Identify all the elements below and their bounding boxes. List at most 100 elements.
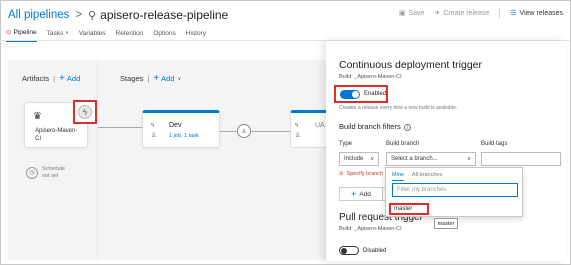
tab-label: Retention — [115, 29, 144, 37]
connector-line — [251, 131, 290, 132]
pull-request-build-source: Build: _Apisero-Maven-CI — [339, 226, 402, 232]
artifacts-column — [8, 60, 98, 260]
pipeline-icon: ⚲ — [88, 9, 97, 22]
stages-title: Stages — [120, 74, 144, 83]
all-pipelines-link[interactable]: All pipelines — [8, 9, 69, 21]
schedule-label: Schedule not set — [42, 166, 65, 180]
save-label: Save — [408, 9, 425, 17]
chevron-down-icon: ∨ — [177, 75, 182, 82]
person-icon: ♙ — [151, 133, 157, 139]
add-filter-button[interactable]: + Add — [339, 187, 383, 201]
build-artifact-icon: ♛ — [33, 111, 42, 122]
enabled-label: Enabled — [363, 91, 386, 97]
create-release-label: Create release — [443, 9, 490, 17]
toolbar: ▣ Save ✈ Create release ☰ View releases — [389, 8, 563, 18]
branch-tooltip: master — [434, 218, 458, 229]
artifact-name-line: Apisero-Maven- — [35, 128, 78, 134]
lightning-icon: ϟ — [151, 123, 155, 129]
add-stage-label: Add — [161, 74, 175, 83]
toolbar-divider — [499, 8, 501, 18]
person-icon: ♙ — [241, 128, 247, 135]
branch-filters-label: Build branch filters — [339, 122, 401, 131]
stage-card-ua[interactable]: ϟ ♙ UA — [290, 110, 330, 148]
error-icon: ⊘ — [339, 171, 344, 177]
toggle-switch — [340, 89, 360, 99]
info-icon[interactable]: i — [403, 124, 411, 131]
toggle-switch — [339, 246, 359, 255]
connector-line — [220, 131, 237, 132]
trigger-description: Creates a release every time a new build… — [339, 105, 458, 111]
create-release-button[interactable]: ✈ Create release — [434, 9, 490, 18]
branch-dropdown: Mine All branches Filter my branches mas… — [385, 167, 523, 217]
breadcrumb: All pipelines > ⚲ apisero-release-pipeli… — [8, 6, 228, 24]
schedule-line: Schedule — [42, 166, 65, 172]
breadcrumb-separator: > — [75, 9, 83, 21]
type-value: Include — [344, 156, 364, 162]
branch-dropdown-tabs: Mine All branches — [392, 172, 450, 181]
stage-tasks-link[interactable]: 1 job, 1 task — [169, 133, 199, 139]
list-icon: ☰ — [510, 10, 517, 17]
type-header: Type — [339, 141, 353, 147]
chevron-down-icon: ∨ — [370, 156, 374, 162]
tab-label: History — [185, 29, 206, 37]
post-deployment-approval-button[interactable]: ♙ — [237, 124, 251, 138]
plus-icon: + — [153, 73, 160, 84]
tab-label: Variables — [78, 29, 106, 37]
save-button[interactable]: ▣ Save — [398, 9, 425, 18]
plus-icon: + — [59, 73, 65, 84]
toggle-knob — [351, 90, 359, 98]
specify-branch-error: ⊘ Specify branch — [339, 171, 383, 177]
add-stage-button[interactable]: + Add ∨ — [153, 73, 181, 84]
stage-name: UA — [315, 122, 325, 129]
disabled-label: Disabled — [363, 247, 387, 254]
warning-icon: ⊙ — [6, 29, 12, 36]
branch-filter-input[interactable]: Filter my branches — [392, 183, 518, 197]
toggle-knob — [341, 248, 347, 254]
specify-branch-text: Specify branch — [346, 171, 383, 177]
type-select[interactable]: Include ∨ — [339, 152, 379, 166]
branch-option-master[interactable]: master — [389, 203, 429, 215]
build-tags-input[interactable] — [481, 152, 561, 166]
panel-build-source: Build: _Apisero-Maven-CI — [339, 74, 402, 80]
tab-label: Pipeline — [13, 28, 37, 36]
schedule-trigger[interactable]: ◷ Schedule not set — [26, 166, 65, 180]
continuous-deployment-trigger-button[interactable]: ϟ — [73, 100, 97, 124]
person-icon: ♙ — [295, 133, 301, 139]
view-releases-label: View releases — [519, 9, 563, 17]
tab-label: Options — [153, 29, 176, 37]
artifacts-header: Artifacts | + Add — [22, 73, 80, 84]
artifact-name-line: CI — [35, 136, 41, 142]
stage-icons: ϟ ♙ — [151, 121, 156, 141]
connector-line — [98, 127, 142, 128]
pipeline-name[interactable]: apisero-release-pipeline — [100, 8, 228, 22]
add-artifact-label: Add — [66, 74, 81, 83]
schedule-line: not set — [42, 173, 59, 179]
view-releases-button[interactable]: ☰ View releases — [510, 9, 563, 18]
tab-label: Tasks — [46, 29, 64, 37]
rocket-icon: ✈ — [434, 10, 441, 17]
chevron-down-icon: ∨ — [65, 30, 69, 36]
divider: | — [53, 74, 56, 83]
artifact-name: Apisero-Maven- CI — [35, 127, 77, 143]
panel-title: Continuous deployment trigger — [339, 59, 483, 71]
stages-header: Stages | + Add ∨ — [120, 73, 181, 84]
clock-icon: ◷ — [26, 167, 38, 179]
lightning-icon: ϟ — [78, 105, 92, 119]
build-tags-header: Build tags — [481, 141, 508, 147]
build-branch-header: Build branch — [386, 141, 420, 147]
save-icon: ▣ — [398, 10, 406, 17]
tab-all-branches[interactable]: All branches — [412, 172, 442, 181]
stage-icons: ϟ ♙ — [295, 121, 300, 141]
branch-placeholder: Select a branch... — [391, 156, 438, 162]
branch-select[interactable]: Select a branch... ∨ — [386, 152, 476, 166]
tab-mine[interactable]: Mine — [392, 172, 404, 181]
pull-request-toggle[interactable]: Disabled — [339, 246, 386, 255]
divider: | — [147, 74, 150, 83]
add-artifact-button[interactable]: + Add — [59, 73, 80, 84]
stage-card-dev[interactable]: ϟ ♙ Dev 1 job, 1 task — [142, 110, 220, 148]
stage-name: Dev — [169, 122, 182, 129]
chevron-down-icon: ∨ — [467, 156, 471, 162]
enabled-toggle[interactable]: Enabled — [334, 85, 388, 103]
add-filter-label: Add — [359, 190, 371, 198]
artifacts-title: Artifacts — [22, 74, 50, 83]
